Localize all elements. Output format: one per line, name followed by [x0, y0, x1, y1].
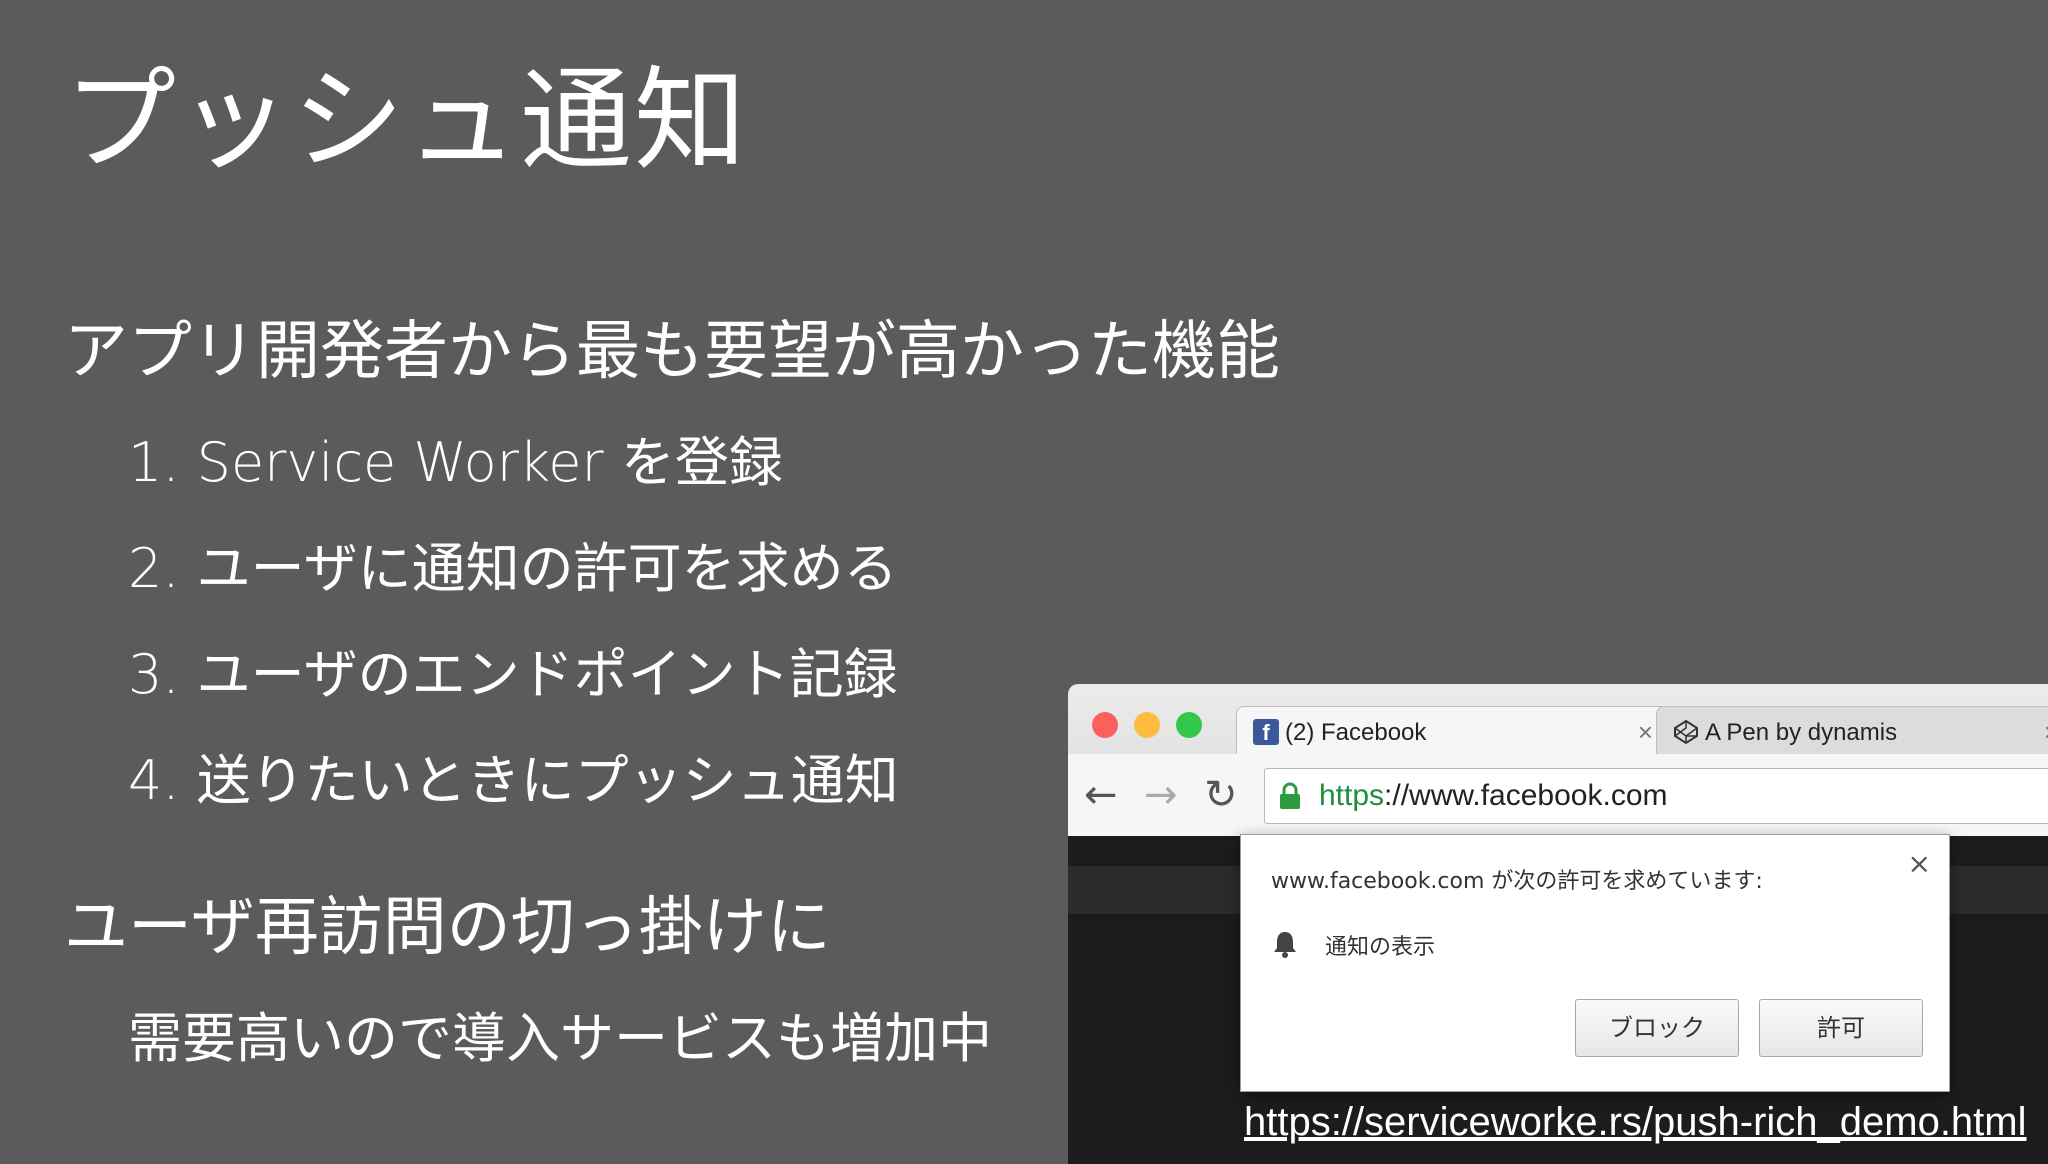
step-1: 1. Service Worker を登録: [128, 431, 783, 494]
browser-toolbar: ← → ↻ https://www.facebook.com: [1068, 754, 2048, 837]
codepen-icon: [1674, 719, 1698, 745]
tab-close-icon[interactable]: ×: [2044, 717, 2048, 748]
lock-icon: [1280, 782, 1300, 809]
step-4: 4. 送りたいときにプッシュ通知: [128, 749, 899, 812]
close-icon[interactable]: ×: [1908, 847, 1931, 880]
reload-button[interactable]: ↻: [1204, 772, 1238, 818]
permission-message: www.facebook.com が次の許可を求めています:: [1271, 869, 1763, 894]
tab-codepen[interactable]: A Pen by dynamis ×: [1656, 706, 2048, 755]
maximize-window-button[interactable]: [1176, 712, 1202, 738]
tab-facebook[interactable]: f (2) Facebook ×: [1236, 706, 1672, 755]
sub-demand: 需要高いので導入サービスも増加中: [128, 1007, 992, 1070]
address-bar[interactable]: https://www.facebook.com: [1264, 768, 2048, 824]
slide-title: プッシュ通知: [64, 56, 748, 186]
permission-item: 通知の表示: [1325, 935, 1436, 960]
bell-icon: [1274, 932, 1296, 958]
permission-popup: × www.facebook.com が次の許可を求めています: 通知の表示 ブ…: [1240, 834, 1950, 1092]
bullet-main: アプリ開発者から最も要望が高かった機能: [64, 315, 1280, 389]
step-2: 2. ユーザに通知の許可を求める: [128, 537, 898, 600]
url-text: https://www.facebook.com: [1319, 779, 1668, 812]
facebook-icon: f: [1253, 719, 1279, 745]
minimize-window-button[interactable]: [1134, 712, 1160, 738]
tab-title: A Pen by dynamis: [1705, 719, 1898, 746]
tab-close-icon[interactable]: ×: [1638, 717, 1653, 748]
back-button[interactable]: ←: [1084, 772, 1118, 818]
forward-button[interactable]: →: [1144, 772, 1178, 818]
block-button[interactable]: ブロック: [1575, 999, 1739, 1057]
tab-title: (2) Facebook: [1285, 719, 1427, 746]
allow-button[interactable]: 許可: [1759, 999, 1923, 1057]
browser-screenshot: f (2) Facebook × A Pen by dynamis × ← → …: [1068, 684, 2048, 1164]
close-window-button[interactable]: [1092, 712, 1118, 738]
demo-link[interactable]: https://serviceworke.rs/push-rich_demo.h…: [1244, 1100, 2027, 1145]
step-3: 3. ユーザのエンドポイント記録: [128, 643, 898, 706]
bullet-revisit: ユーザ再訪問の切っ掛けに: [64, 891, 831, 965]
